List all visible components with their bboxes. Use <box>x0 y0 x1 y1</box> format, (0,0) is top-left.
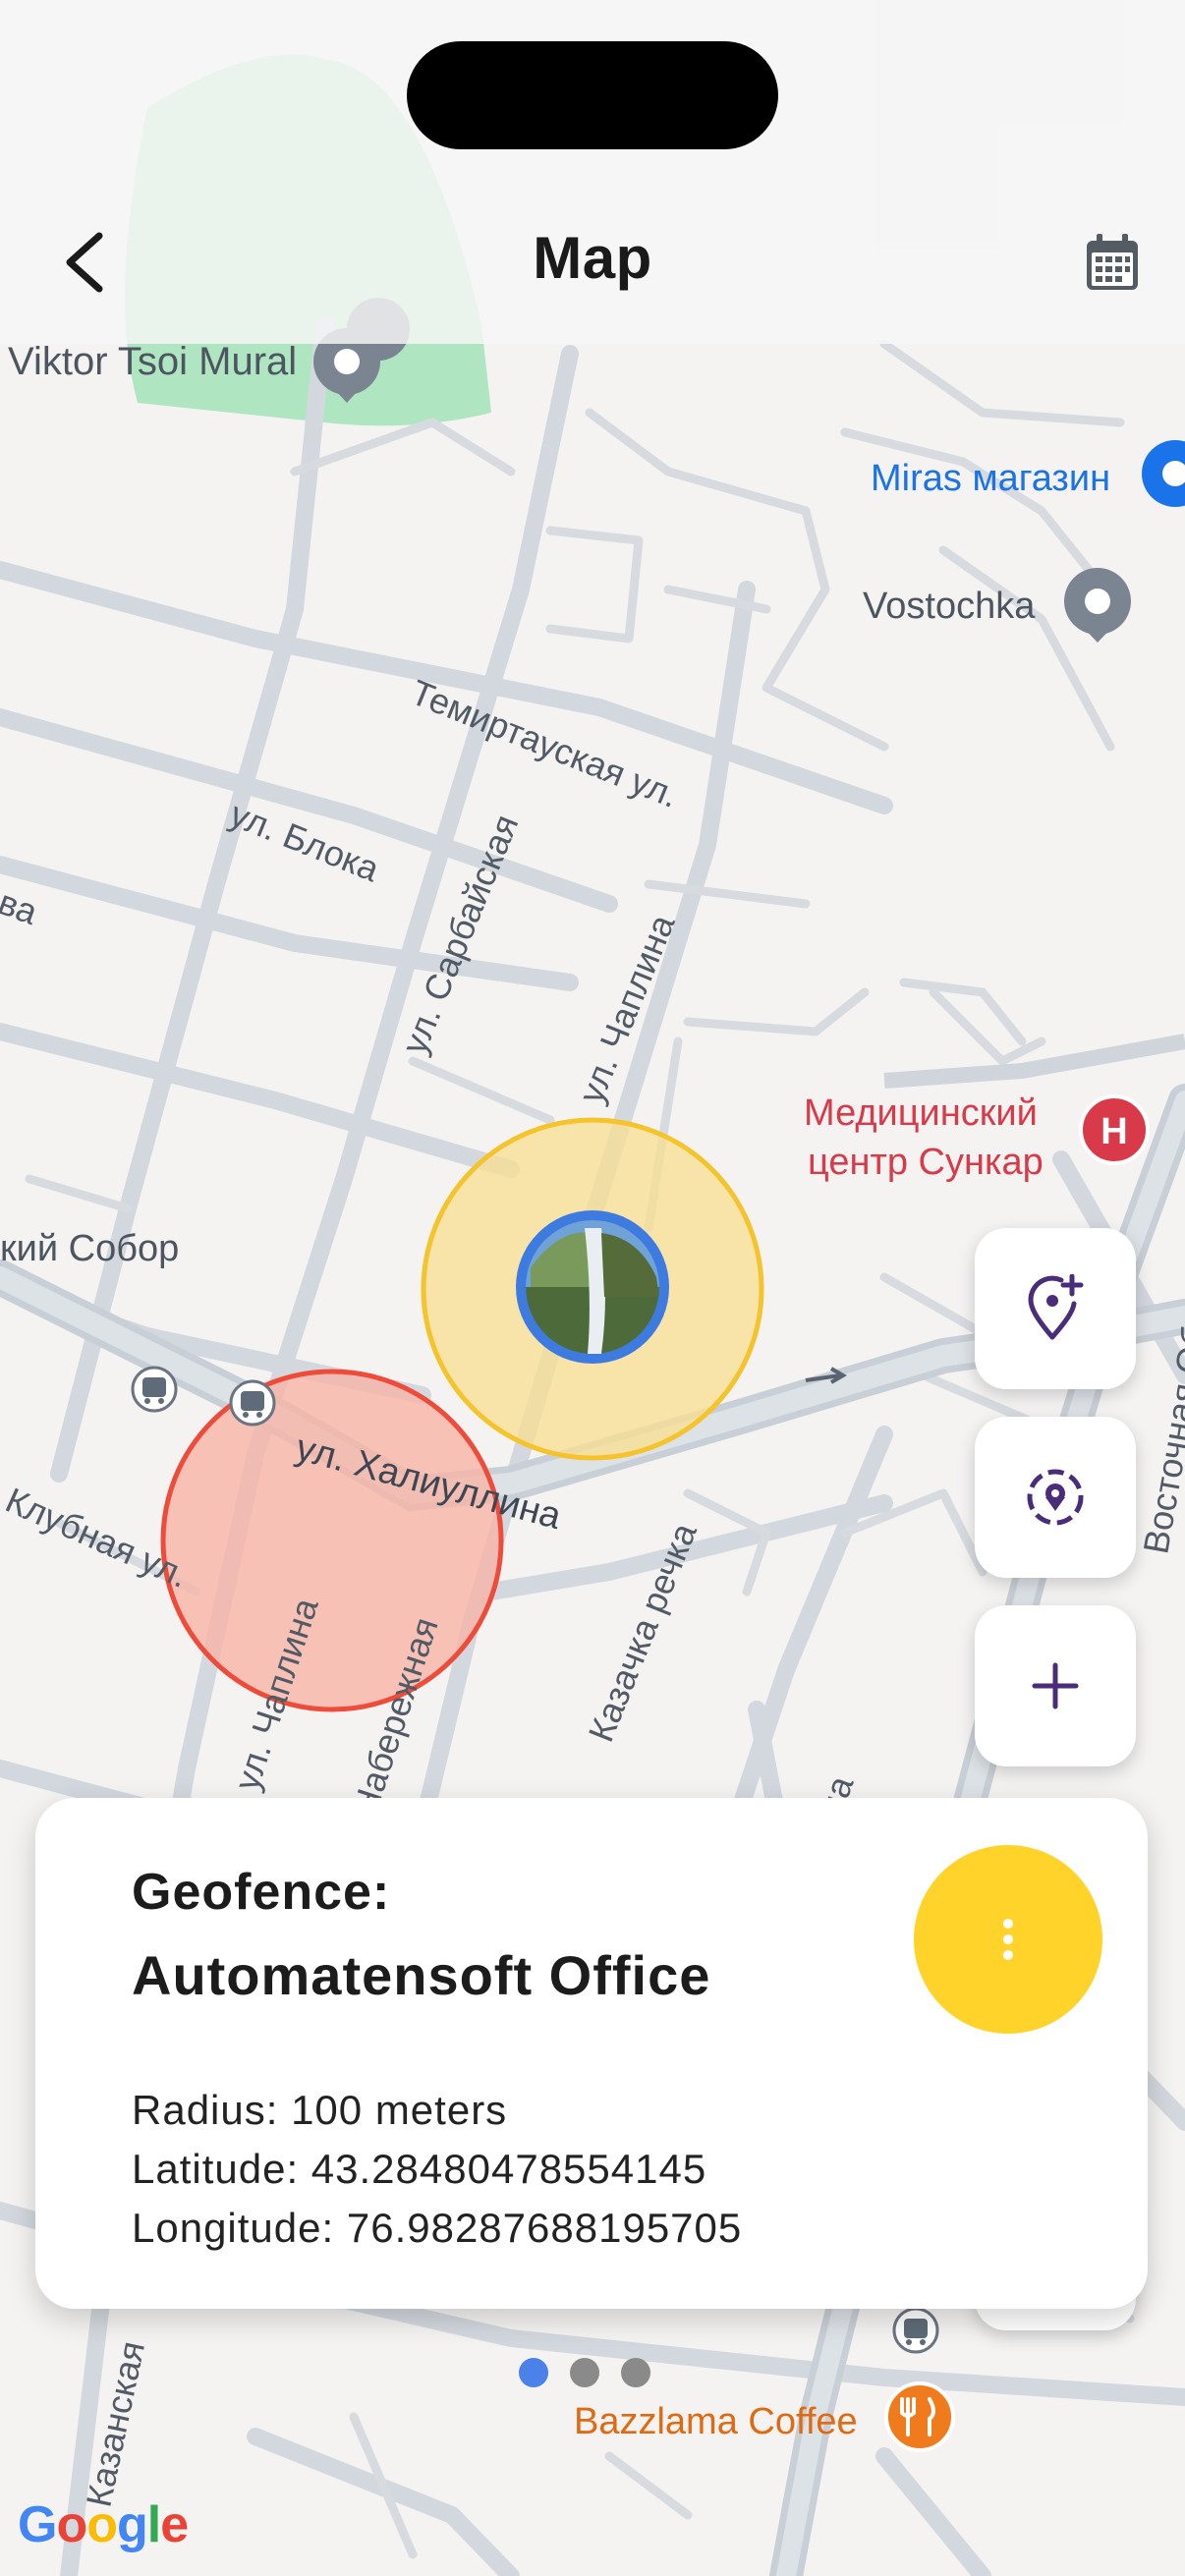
zoom-in-button[interactable] <box>975 1605 1136 1766</box>
place-label-sobor[interactable]: кий Собор <box>0 1228 179 1270</box>
place-label-vostochka[interactable]: Vostochka <box>863 586 1035 628</box>
add-location-button[interactable] <box>975 1228 1136 1389</box>
place-label-medical-line1[interactable]: Медицинский <box>804 1092 1038 1135</box>
recenter-location-button[interactable] <box>975 1417 1136 1578</box>
google-logo: Google <box>18 2496 189 2553</box>
place-label-bazzlama[interactable]: Bazzlama Coffee <box>574 2401 858 2443</box>
hospital-pin-icon[interactable]: H <box>1079 1094 1150 1165</box>
page-dot[interactable] <box>570 2358 599 2387</box>
geofence-latitude: Latitude: 43.28480478554145 <box>132 2146 707 2192</box>
page-dot-active[interactable] <box>519 2358 548 2387</box>
geofence-circle-secondary[interactable] <box>160 1369 504 1712</box>
restaurant-pin-icon[interactable] <box>884 2381 955 2452</box>
calendar-button[interactable] <box>1081 232 1144 295</box>
more-vertical-icon <box>1003 1919 1013 1960</box>
bus-stop-icon[interactable] <box>131 1366 178 1413</box>
geofence-radius: Radius: 100 meters <box>132 2087 508 2133</box>
page-dot[interactable] <box>621 2358 650 2387</box>
location-target-icon <box>1027 1469 1084 1526</box>
dynamic-island <box>407 41 778 149</box>
user-avatar-marker[interactable] <box>516 1210 669 1364</box>
card-heading: Geofence: <box>132 1864 391 1921</box>
svg-text:H: H <box>1100 1111 1127 1152</box>
page-title: Map <box>533 225 652 291</box>
add-location-icon <box>1028 1274 1084 1340</box>
place-label-viktor[interactable]: Viktor Tsoi Mural <box>8 340 297 384</box>
shopping-pin-icon[interactable] <box>1142 440 1185 507</box>
place-pin-icon[interactable] <box>1064 568 1131 643</box>
bus-stop-icon[interactable] <box>229 1379 276 1427</box>
place-label-miras[interactable]: Miras магазин <box>871 458 1110 500</box>
more-options-button[interactable] <box>914 1845 1102 2034</box>
calendar-icon <box>1087 234 1138 290</box>
place-label-medical-line2[interactable]: центр Сункар <box>808 1142 1044 1184</box>
geofence-info-card[interactable]: Geofence: Automatensoft Office Radius: 1… <box>35 1798 1148 2309</box>
geofence-longitude: Longitude: 76.98287688195705 <box>132 2205 743 2251</box>
geofence-name: Automatensoft Office <box>132 1944 711 2006</box>
plus-icon <box>1032 1662 1079 1709</box>
bus-stop-icon[interactable] <box>892 2307 939 2354</box>
page-indicator <box>519 2358 650 2387</box>
